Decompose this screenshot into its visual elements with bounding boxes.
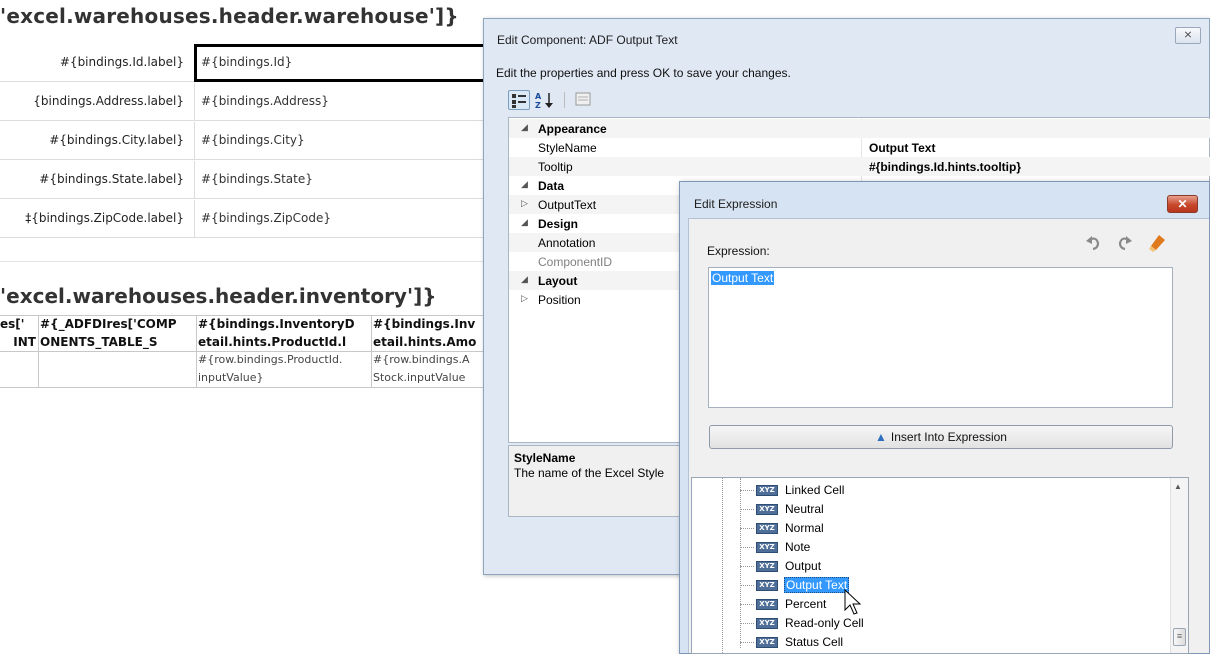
category-appearance[interactable]: ◢ Appearance [509, 119, 1210, 138]
form-row-value[interactable]: #{bindings.City} [194, 122, 484, 160]
property-pages-button[interactable] [573, 90, 595, 110]
property-value[interactable]: Output Text [869, 141, 935, 155]
inventory-table: es[' #{_ADFDIres['COMP #{bindings.Invent… [0, 315, 484, 388]
style-icon: XYZ [756, 580, 778, 591]
svg-text:Z: Z [535, 101, 541, 110]
style-icon: XYZ [756, 637, 778, 648]
form-row-label: #{bindings.State.label} [39, 172, 184, 186]
style-icon: XYZ [756, 504, 778, 515]
categorized-icon [512, 94, 526, 108]
property-row-tooltip[interactable]: Tooltip #{bindings.Id.hints.tooltip} [509, 157, 1210, 176]
property-pages-icon [575, 92, 591, 106]
form-row-label: #{bindings.Id.label} [59, 55, 184, 69]
property-name: StyleName [538, 141, 597, 155]
category-label: Data [538, 179, 565, 193]
expression-selected-text[interactable]: Output Text [711, 271, 775, 285]
category-label: Appearance [538, 122, 607, 136]
table-cell: #{row.bindings.ProductId. [198, 353, 343, 366]
description-text: The name of the Excel Style [514, 466, 665, 480]
form-row-value[interactable]: #{bindings.Id} [194, 44, 484, 82]
collapse-icon[interactable]: ◢ [521, 179, 528, 190]
scroll-up-icon[interactable]: ▲ [1174, 482, 1182, 491]
form-row-address[interactable]: {bindings.Address.label} #{bindings.Addr… [0, 83, 484, 121]
mouse-pointer-icon [844, 589, 862, 615]
tree-scrollbar[interactable]: ▲ ≡ [1170, 478, 1188, 653]
form-row-value[interactable]: #{bindings.State} [194, 161, 484, 199]
description-title: StyleName [514, 451, 576, 465]
categorized-view-button[interactable] [508, 90, 530, 110]
dialog-title: Edit Component: ADF Output Text [497, 33, 678, 47]
warehouse-header: 'excel.warehouses.header.warehouse']} [0, 4, 459, 28]
undo-icon[interactable] [1083, 233, 1103, 253]
insert-into-expression-button[interactable]: ▲ Insert Into Expression [709, 425, 1173, 449]
collapse-icon[interactable]: ◢ [521, 274, 528, 285]
expand-icon[interactable]: ▷ [521, 198, 528, 209]
form-row-city[interactable]: #{bindings.City.label} #{bindings.City} [0, 122, 484, 160]
collapse-icon[interactable]: ◢ [521, 122, 528, 133]
close-button[interactable]: ✕ [1167, 195, 1198, 213]
form-row-label: {bindings.Address.label} [33, 94, 184, 108]
expand-icon[interactable]: ▷ [521, 293, 528, 304]
table-cell: #{row.bindings.A [373, 353, 470, 366]
table-header-cell: etail.hints.ProductId.l [198, 335, 347, 349]
svg-text:A: A [535, 92, 542, 101]
property-row-stylename[interactable]: StyleName Output Text [509, 138, 1210, 157]
table-header-cell: #{bindings.Inv [373, 317, 476, 331]
table-header-cell: #{bindings.InventoryD [198, 317, 355, 331]
divider [0, 261, 484, 262]
style-icon: XYZ [756, 561, 778, 572]
property-value[interactable]: #{bindings.Id.hints.tooltip} [869, 160, 1021, 174]
property-name: Position [538, 293, 581, 307]
style-icon: XYZ [756, 523, 778, 534]
sort-alphabetical-button[interactable]: A Z [534, 90, 556, 110]
property-name: Annotation [538, 236, 596, 250]
style-tree[interactable]: XYZ Linked Cell XYZ Neutral XYZ Normal X… [691, 477, 1189, 654]
toolbar-separator [564, 92, 565, 108]
eraser-icon[interactable] [1147, 233, 1167, 253]
form-row-label: #{bindings.City.label} [49, 133, 184, 147]
scroll-thumb[interactable]: ≡ [1173, 628, 1186, 646]
style-icon: XYZ [756, 485, 778, 496]
category-label: Layout [538, 274, 578, 288]
property-name: OutputText [538, 198, 597, 212]
form-row-label: ‡{bindings.ZipCode.label} [25, 211, 184, 225]
form-row-value[interactable]: #{bindings.ZipCode} [194, 200, 484, 238]
form-row-state[interactable]: #{bindings.State.label} #{bindings.State… [0, 161, 484, 199]
category-label: Design [538, 217, 579, 231]
property-name: ComponentID [538, 255, 613, 269]
style-icon: XYZ [756, 599, 778, 610]
form-row-value[interactable]: #{bindings.Address} [194, 83, 484, 121]
table-cell: Stock.inputValue [373, 371, 466, 384]
chevron-up-icon: ▲ [875, 430, 887, 444]
expression-textarea[interactable]: Output Text [708, 267, 1173, 408]
expression-label: Expression: [707, 244, 770, 258]
close-button[interactable]: ⨯ [1175, 27, 1201, 44]
form-row-zipcode[interactable]: ‡{bindings.ZipCode.label} #{bindings.Zip… [0, 200, 484, 238]
table-header-cell: #{_ADFDIres['COMP [40, 317, 177, 331]
button-label: Insert Into Expression [890, 430, 1007, 444]
dialog-instructions: Edit the properties and press OK to save… [496, 66, 791, 80]
inventory-header: 'excel.warehouses.header.inventory']} [0, 284, 437, 308]
sort-az-icon: A Z [535, 92, 553, 110]
property-name: Tooltip [538, 160, 573, 174]
form-row-id[interactable]: #{bindings.Id.label} #{bindings.Id} [0, 44, 484, 82]
table-header-cell: INT [13, 335, 36, 349]
table-header-cell: ONENTS_TABLE_S [40, 335, 158, 349]
style-icon: XYZ [756, 542, 778, 553]
collapse-icon[interactable]: ◢ [521, 217, 528, 228]
dialog-title: Edit Expression [694, 197, 778, 211]
table-header-cell: es[' [0, 317, 25, 331]
style-icon: XYZ [756, 618, 778, 629]
redo-icon[interactable] [1115, 233, 1135, 253]
table-header-cell: etail.hints.Amo [373, 335, 477, 349]
table-cell: inputValue} [198, 371, 264, 384]
